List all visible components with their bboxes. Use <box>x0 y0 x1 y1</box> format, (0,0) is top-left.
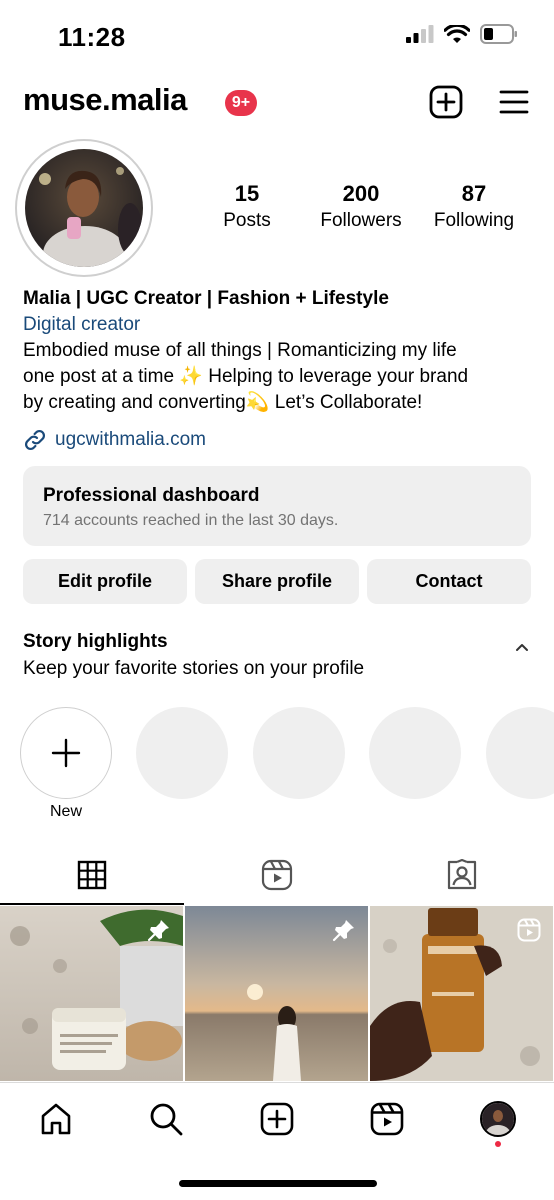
add-post-button[interactable] <box>428 84 464 120</box>
reels-icon <box>370 1102 404 1136</box>
following-label: Following <box>433 210 515 231</box>
post-thumbnail[interactable] <box>370 906 553 1081</box>
category-label: Digital creator <box>23 314 141 335</box>
dashboard-subtitle: 714 accounts reached in the last 30 days… <box>43 512 339 529</box>
home-icon <box>41 1103 71 1135</box>
reels-icon <box>261 859 293 891</box>
menu-button[interactable] <box>496 84 532 120</box>
status-icons <box>406 24 518 44</box>
profile-notification-dot <box>495 1141 501 1147</box>
bio-line: by creating and converting💫 Let’s Collab… <box>23 392 423 413</box>
bio-line: one post at a time ✨ Helping to leverage… <box>23 366 469 387</box>
new-highlight-label: New <box>49 803 82 820</box>
posts-label: Posts <box>223 210 271 231</box>
followers-label: Followers <box>320 210 402 231</box>
reel-icon <box>517 918 541 942</box>
website-url: ugcwithmalia.com <box>55 429 206 450</box>
profile-photo <box>25 149 143 267</box>
edit-profile-button[interactable]: Edit profile <box>23 559 187 604</box>
status-time: 11:28 <box>58 22 126 52</box>
status-bar: 11:28 <box>0 0 554 70</box>
active-tab-indicator <box>0 903 184 905</box>
reel-post-badge <box>517 918 541 947</box>
nav-reels-button[interactable] <box>367 1099 407 1139</box>
add-post-icon <box>429 85 463 119</box>
create-icon <box>260 1102 294 1136</box>
new-highlight-button[interactable] <box>20 707 112 799</box>
battery-icon <box>480 24 517 44</box>
posts-count: 15 <box>234 181 260 206</box>
tagged-icon <box>447 859 477 890</box>
highlight-placeholder <box>136 707 228 799</box>
collapse-highlights-button[interactable] <box>514 640 530 658</box>
professional-dashboard[interactable]: Professional dashboard 714 accounts reac… <box>23 466 531 546</box>
stat-posts[interactable]: 15 Posts <box>192 180 302 234</box>
highlight-placeholder <box>486 707 554 799</box>
profile-avatar-small <box>480 1101 516 1137</box>
profile-header: muse.malia 9+ <box>0 80 554 126</box>
highlights-subtitle: Keep your favorite stories on your profi… <box>23 658 365 679</box>
pinned-post-badge <box>147 918 171 947</box>
notification-badge[interactable]: 9+ <box>225 90 257 116</box>
wifi-icon <box>444 24 470 43</box>
menu-icon <box>499 90 529 114</box>
highlight-placeholder <box>369 707 461 799</box>
highlights-title: Story highlights <box>23 631 168 652</box>
chevron-up-icon <box>516 644 528 651</box>
website-link[interactable]: ugcwithmalia.com <box>23 428 206 452</box>
tab-posts-grid[interactable] <box>0 846 184 904</box>
post-thumbnail[interactable] <box>185 906 368 1081</box>
bio-line: Embodied muse of all things | Romanticiz… <box>23 340 457 361</box>
tab-reels[interactable] <box>185 846 369 904</box>
nav-profile-button[interactable] <box>478 1099 518 1139</box>
stat-following[interactable]: 87 Following <box>419 180 529 234</box>
signal-icon <box>406 25 434 43</box>
contact-button[interactable]: Contact <box>367 559 531 604</box>
bio-section: Malia | UGC Creator | Fashion + Lifestyl… <box>23 286 543 416</box>
pinned-post-badge <box>332 918 356 947</box>
nav-home-button[interactable] <box>36 1099 76 1139</box>
profile-avatar[interactable] <box>15 139 153 277</box>
share-profile-button[interactable]: Share profile <box>195 559 359 604</box>
tab-tagged[interactable] <box>370 846 554 904</box>
home-indicator[interactable] <box>179 1180 377 1187</box>
display-name: Malia | UGC Creator | Fashion + Lifestyl… <box>23 288 389 309</box>
followers-count: 200 <box>342 181 380 206</box>
username[interactable]: muse.malia <box>23 82 187 118</box>
grid-icon <box>77 860 107 890</box>
dashboard-title: Professional dashboard <box>43 485 260 506</box>
nav-create-button[interactable] <box>257 1099 297 1139</box>
pin-icon <box>147 920 169 942</box>
post-thumbnail[interactable] <box>0 906 183 1081</box>
stat-followers[interactable]: 200 Followers <box>306 180 416 234</box>
search-icon <box>150 1103 183 1136</box>
plus-icon <box>51 738 81 768</box>
nav-search-button[interactable] <box>146 1099 186 1139</box>
highlight-placeholder <box>253 707 345 799</box>
link-icon <box>24 429 46 451</box>
pin-icon <box>332 920 354 942</box>
following-count: 87 <box>461 181 487 206</box>
